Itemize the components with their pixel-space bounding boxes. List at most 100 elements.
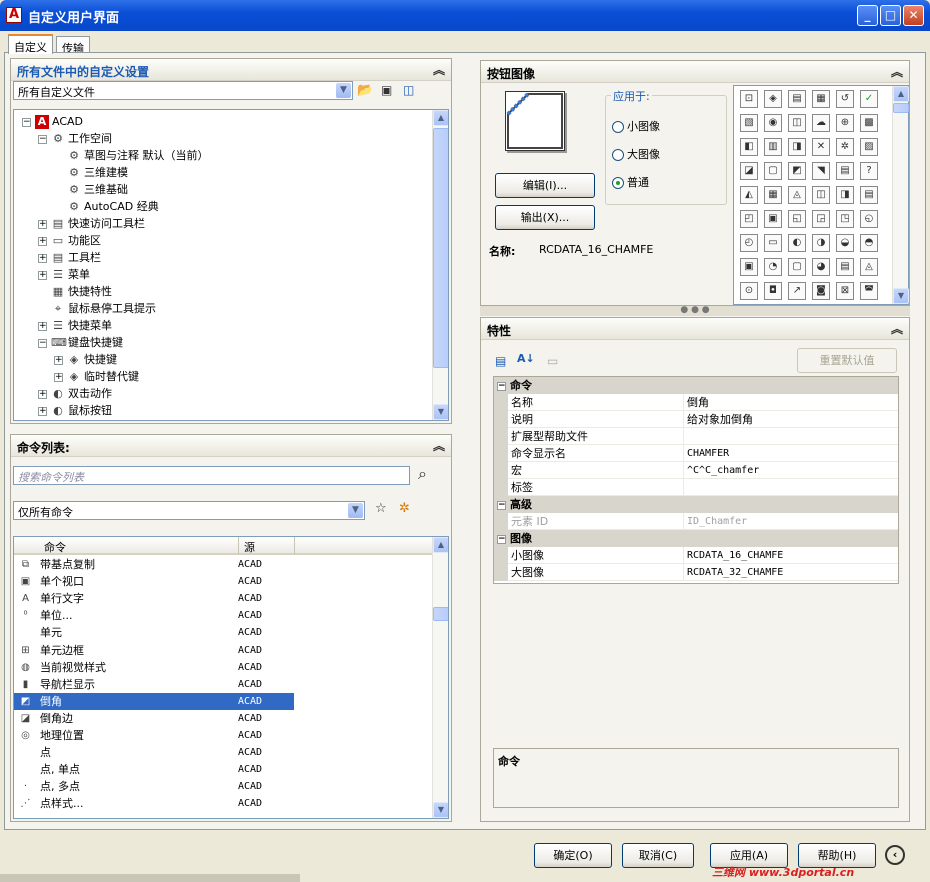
export-image-button[interactable]: 输出(X)... <box>495 205 595 230</box>
gallery-image-icon[interactable]: ◔ <box>764 258 782 276</box>
gallery-image-icon[interactable]: ✓ <box>860 90 878 108</box>
gallery-image-icon[interactable]: ▩ <box>860 114 878 132</box>
tree-item[interactable]: + ☰ 菜单 <box>38 266 90 283</box>
scroll-up-icon[interactable]: ▲ <box>433 537 448 553</box>
tree-item[interactable]: − A ACAD <box>22 113 83 130</box>
expand-icon[interactable]: + <box>54 355 63 365</box>
gallery-image-icon[interactable]: ◓ <box>860 234 878 252</box>
gallery-image-icon[interactable]: ⊡ <box>740 90 758 108</box>
table-row[interactable]: A 单行文字 ACAD <box>14 590 294 607</box>
scroll-thumb[interactable] <box>433 128 448 368</box>
tree-item[interactable]: + ▭ 功能区 <box>38 232 101 249</box>
sort-alpha-icon[interactable]: A↓ <box>517 352 535 365</box>
gallery-image-icon[interactable]: ◐ <box>788 234 806 252</box>
tree-item[interactable]: ⚙ 草图与注释 默认（当前） <box>54 147 208 164</box>
gallery-image-icon[interactable]: ◕ <box>812 258 830 276</box>
expand-icon[interactable]: + <box>38 219 47 229</box>
edit-image-button[interactable]: 编辑(I)... <box>495 173 595 198</box>
property-grid[interactable]: − 命令 名称 倒角 说明 给对象加倒角 扩展型帮助文件 命令显示名 CHAMFER 宏 ^C^C_… <box>493 376 899 584</box>
customization-tree[interactable]: − A ACAD − ⚙ 工作空间 ⚙ 草图与注释 默认（当前） ⚙ 三维建模 ⚙ 三维基础 ⚙ Auto… <box>13 109 449 421</box>
table-row[interactable]: ⧉ 带基点复制 ACAD <box>14 556 294 573</box>
gallery-image-icon[interactable]: ◑ <box>812 234 830 252</box>
gallery-image-icon[interactable]: ◒ <box>836 234 854 252</box>
collapse-icon[interactable]: − <box>497 534 506 544</box>
scroll-down-icon[interactable]: ▼ <box>433 404 448 420</box>
tree-item[interactable]: + ◈ 快捷键 <box>54 351 117 368</box>
gallery-image-icon[interactable]: ▨ <box>860 138 878 156</box>
gallery-image-icon[interactable]: ▥ <box>764 138 782 156</box>
partial-file-icon[interactable]: ◫ <box>403 83 414 97</box>
customization-file-select[interactable]: 所有自定义文件 ▼ <box>13 81 353 100</box>
maximize-button[interactable]: □ <box>880 5 901 26</box>
icon-gallery[interactable]: ⊡ ◈ ▤ ▦ ↺ ✓ ▧ ◉ ◫ ☁ ⊕ ▩ ◧ ▥ ◨ ✕ ✲ ▨ ◪ ▢ ◩ ◥ ▤? ◭ ▦ ◬ ◫ ◨ ▤ ◰ ▣ ◱ ◲ ◳ ◵ ◴ ▭ ◐ ◑… <box>733 85 909 305</box>
gallery-image-icon[interactable]: ↺ <box>836 90 854 108</box>
property-name[interactable]: 元素 ID <box>508 513 684 530</box>
column-header-source[interactable]: 源 <box>244 539 255 555</box>
categorized-icon[interactable]: ▤ <box>495 354 506 368</box>
reset-defaults-button[interactable]: 重置默认值 <box>797 348 897 373</box>
gallery-image-icon[interactable]: ◨ <box>836 186 854 204</box>
tree-item[interactable]: ▦ 快捷特性 <box>38 283 112 300</box>
gallery-image-icon[interactable]: ◴ <box>740 234 758 252</box>
close-button[interactable]: ✕ <box>903 5 924 26</box>
property-value[interactable]: RCDATA_32_CHAMFE <box>684 564 898 581</box>
gallery-scrollbar[interactable]: ▲ ▼ <box>892 86 909 304</box>
gallery-image-icon[interactable]: ◩ <box>788 162 806 180</box>
tree-item[interactable]: − ⌨键盘快捷键 <box>38 334 123 351</box>
gallery-image-icon[interactable]: ◫ <box>812 186 830 204</box>
table-row[interactable]: · 点, 多点 ACAD <box>14 778 294 795</box>
property-name[interactable]: 标签 <box>508 479 684 496</box>
table-row[interactable]: ⋰ 点样式... ACAD <box>14 795 294 812</box>
radio-large-image[interactable]: 大图像 <box>612 146 660 162</box>
expand-icon[interactable]: + <box>38 389 47 399</box>
gallery-image-icon[interactable]: ▤ <box>836 258 854 276</box>
property-value[interactable]: 给对象加倒角 <box>684 411 898 428</box>
property-name[interactable]: 名称 <box>508 394 684 411</box>
property-value[interactable] <box>684 428 898 445</box>
gallery-image-icon[interactable]: ◫ <box>788 114 806 132</box>
gallery-image-icon[interactable]: ▦ <box>812 90 830 108</box>
gallery-image-icon[interactable]: ▣ <box>764 210 782 228</box>
collapse-icon[interactable]: − <box>38 134 47 144</box>
gallery-image-icon[interactable]: ◘ <box>764 282 782 300</box>
gallery-image-icon[interactable]: ◲ <box>812 210 830 228</box>
expand-icon[interactable]: + <box>38 406 47 416</box>
table-row[interactable]: ◍ 当前视觉样式 ACAD <box>14 659 294 676</box>
tree-item[interactable]: + ▤ 工具栏 <box>38 249 101 266</box>
property-value[interactable]: ID_Chamfer <box>684 513 898 530</box>
save-icon[interactable]: ▣ <box>381 83 392 97</box>
property-name[interactable]: 宏 <box>508 462 684 479</box>
open-file-icon[interactable]: 📂 <box>357 83 373 98</box>
gallery-image-icon[interactable]: ◙ <box>812 282 830 300</box>
tree-item[interactable]: + ◈ 临时替代键 <box>54 368 139 385</box>
property-value[interactable]: RCDATA_16_CHAMFE <box>684 547 898 564</box>
tree-item[interactable]: + ▤ 快速访问工具栏 <box>38 215 145 232</box>
gallery-image-icon[interactable]: ◵ <box>860 210 878 228</box>
gallery-image-icon[interactable]: ◱ <box>788 210 806 228</box>
property-value[interactable] <box>684 479 898 496</box>
find-command-icon[interactable]: ☆ <box>375 501 387 516</box>
gallery-image-icon[interactable]: ▣ <box>740 258 758 276</box>
table-row[interactable]: ▮ 导航栏显示 ACAD <box>14 676 294 693</box>
gallery-image-icon[interactable]: ◬ <box>788 186 806 204</box>
gallery-image-icon[interactable]: ▢ <box>788 258 806 276</box>
gallery-image-icon[interactable]: ◈ <box>764 90 782 108</box>
property-name[interactable]: 小图像 <box>508 547 684 564</box>
tree-item[interactable]: ⚙ 三维基础 <box>54 181 128 198</box>
scroll-thumb[interactable] <box>433 607 448 621</box>
gallery-image-icon[interactable]: ◚ <box>860 282 878 300</box>
ok-button[interactable]: 确定(O) <box>534 843 612 868</box>
gallery-image-icon[interactable]: ◧ <box>740 138 758 156</box>
scroll-up-icon[interactable]: ▲ <box>893 86 909 102</box>
gallery-image-icon[interactable]: ✲ <box>836 138 854 156</box>
tab-transfer[interactable]: 传输 <box>56 36 90 55</box>
gallery-image-icon[interactable]: ▤ <box>788 90 806 108</box>
collapse-icon[interactable]: − <box>497 500 506 510</box>
radio-selected-icon[interactable] <box>612 177 624 189</box>
tab-customize[interactable]: 自定义 <box>8 34 53 54</box>
table-row[interactable]: ◎ 地理位置 ACAD <box>14 727 294 744</box>
collapse-dialog-icon[interactable]: ‹ <box>885 845 905 865</box>
collapse-icon[interactable]: − <box>497 381 506 391</box>
gallery-image-icon[interactable]: ◭ <box>740 186 758 204</box>
gallery-image-icon[interactable]: ✕ <box>812 138 830 156</box>
